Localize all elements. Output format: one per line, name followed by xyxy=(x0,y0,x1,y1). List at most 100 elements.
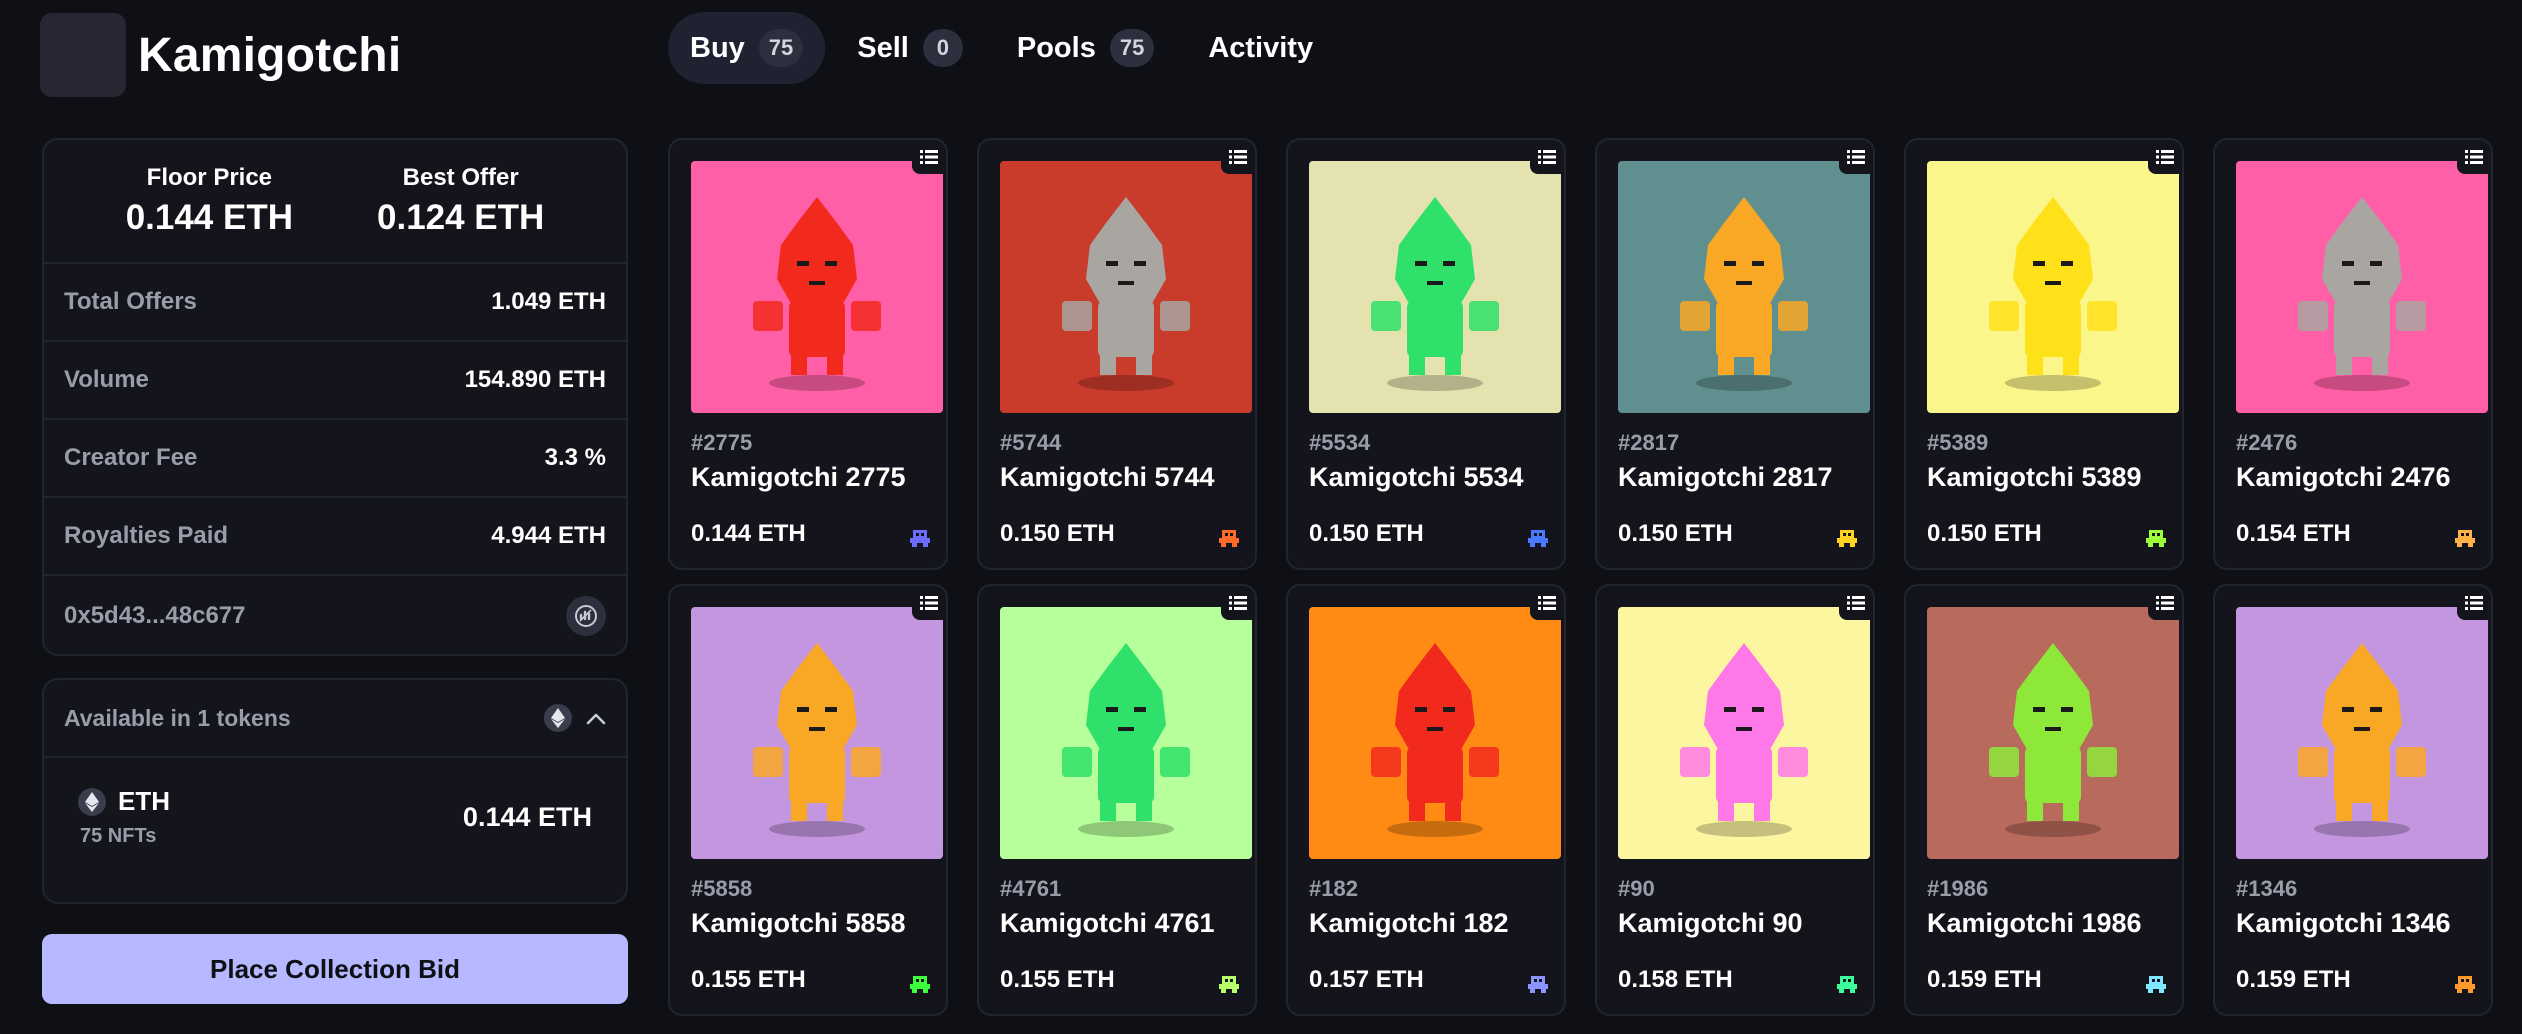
nft-image[interactable] xyxy=(1000,161,1252,413)
nft-token-id: #182 xyxy=(1309,876,1358,901)
nft-card[interactable]: #5389 Kamigotchi 5389 0.150 ETH xyxy=(1904,138,2184,570)
kami-1986-icon xyxy=(2144,972,2168,996)
stat-label: Royalties Paid xyxy=(64,522,229,549)
nft-card[interactable]: #5534 Kamigotchi 5534 0.150 ETH xyxy=(1286,138,1566,570)
nft-image[interactable] xyxy=(1000,607,1252,859)
nft-image[interactable] xyxy=(2236,607,2488,859)
nft-card[interactable]: #90 Kamigotchi 90 0.158 ETH xyxy=(1595,584,1875,1016)
stat-row-royalties-paid: Royalties Paid 4.944 ETH xyxy=(44,498,626,576)
tab-sell[interactable]: Sell 0 xyxy=(835,12,985,84)
list-icon[interactable] xyxy=(1221,140,1255,174)
nft-price: 0.154 ETH xyxy=(2236,520,2351,547)
list-icon[interactable] xyxy=(2457,586,2491,620)
stat-label: Volume xyxy=(64,366,149,393)
kami-5744-icon xyxy=(1217,526,1241,550)
nft-price: 0.144 ETH xyxy=(691,520,806,547)
nft-price: 0.155 ETH xyxy=(1000,966,1115,993)
stat-value: 3.3 % xyxy=(544,444,606,471)
nft-token-id: #1346 xyxy=(2236,876,2298,901)
tab-sell-label: Sell xyxy=(857,31,909,64)
nft-card[interactable]: #5744 Kamigotchi 5744 0.150 ETH xyxy=(977,138,1257,570)
ethereum-icon xyxy=(544,704,572,732)
nft-name: Kamigotchi 1986 xyxy=(1927,908,2142,938)
nft-card[interactable]: #1346 Kamigotchi 1346 0.159 ETH xyxy=(2213,584,2493,1016)
nft-token-id: #5744 xyxy=(1000,430,1062,455)
nft-token-id: #2817 xyxy=(1618,430,1680,455)
stat-label: Total Offers xyxy=(64,288,197,315)
nft-price: 0.157 ETH xyxy=(1309,966,1424,993)
nft-price: 0.150 ETH xyxy=(1000,520,1115,547)
nft-card[interactable]: #1986 Kamigotchi 1986 0.159 ETH xyxy=(1904,584,2184,1016)
nft-image[interactable] xyxy=(1927,161,2179,413)
nft-image[interactable] xyxy=(691,607,943,859)
nft-name: Kamigotchi 5534 xyxy=(1309,462,1524,492)
collection-title: Kamigotchi xyxy=(138,28,402,82)
list-icon[interactable] xyxy=(1839,140,1873,174)
explorer-icon[interactable] xyxy=(566,596,606,636)
list-icon[interactable] xyxy=(1839,586,1873,620)
kami-5534-icon xyxy=(1526,526,1550,550)
list-icon[interactable] xyxy=(2457,140,2491,174)
token-nft-count: 75 NFTs xyxy=(80,825,157,847)
nft-card[interactable]: #2476 Kamigotchi 2476 0.154 ETH xyxy=(2213,138,2493,570)
nft-name: Kamigotchi 1346 xyxy=(2236,908,2451,938)
nft-name: Kamigotchi 4761 xyxy=(1000,908,1215,938)
nft-price: 0.159 ETH xyxy=(2236,966,2351,993)
stat-label: Creator Fee xyxy=(64,444,198,471)
stat-value: 4.944 ETH xyxy=(491,522,606,549)
nft-name: Kamigotchi 2775 xyxy=(691,462,906,492)
tab-buy[interactable]: Buy 75 xyxy=(668,12,826,84)
kami-5389-icon xyxy=(2144,526,2168,550)
list-icon[interactable] xyxy=(1221,586,1255,620)
token-row-eth[interactable]: ETH 75 NFTs 0.144 ETH xyxy=(44,758,626,848)
stat-value: 154.890 ETH xyxy=(464,366,606,393)
kami-90-icon xyxy=(1835,972,1859,996)
tab-bar: Buy 75 Sell 0 Pools 75 Activity xyxy=(668,12,1335,84)
nft-image[interactable] xyxy=(1309,607,1561,859)
nft-name: Kamigotchi 5858 xyxy=(691,908,906,938)
collection-logo xyxy=(40,13,126,97)
nft-image[interactable] xyxy=(691,161,943,413)
chevron-up-icon[interactable] xyxy=(586,705,606,732)
available-tokens-header[interactable]: Available in 1 tokens xyxy=(44,680,626,758)
nft-token-id: #5534 xyxy=(1309,430,1371,455)
contract-address[interactable]: 0x5d43...48c677 xyxy=(64,602,246,630)
nft-card[interactable]: #2817 Kamigotchi 2817 0.150 ETH xyxy=(1595,138,1875,570)
nft-price: 0.155 ETH xyxy=(691,966,806,993)
nft-image[interactable] xyxy=(1927,607,2179,859)
kami-5858-icon xyxy=(908,972,932,996)
place-collection-bid-button[interactable]: Place Collection Bid xyxy=(42,934,628,1004)
nft-name: Kamigotchi 90 xyxy=(1618,908,1803,938)
list-icon[interactable] xyxy=(912,140,946,174)
kami-182-icon xyxy=(1526,972,1550,996)
stat-value: 1.049 ETH xyxy=(491,288,606,315)
nft-token-id: #2476 xyxy=(2236,430,2298,455)
nft-name: Kamigotchi 2476 xyxy=(2236,462,2451,492)
kami-2476-icon xyxy=(2453,526,2477,550)
tab-activity[interactable]: Activity xyxy=(1186,12,1335,84)
list-icon[interactable] xyxy=(2148,140,2182,174)
nft-image[interactable] xyxy=(2236,161,2488,413)
nft-image[interactable] xyxy=(1618,161,1870,413)
tab-sell-count: 0 xyxy=(922,29,963,67)
nft-card[interactable]: #5858 Kamigotchi 5858 0.155 ETH xyxy=(668,584,948,1016)
nft-token-id: #2775 xyxy=(691,430,753,455)
kami-1346-icon xyxy=(2453,972,2477,996)
ethereum-icon xyxy=(78,787,106,816)
list-icon[interactable] xyxy=(1530,586,1564,620)
nft-image[interactable] xyxy=(1309,161,1561,413)
list-icon[interactable] xyxy=(2148,586,2182,620)
nft-token-id: #5389 xyxy=(1927,430,1989,455)
nft-token-id: #90 xyxy=(1618,876,1655,901)
list-icon[interactable] xyxy=(1530,140,1564,174)
nft-image[interactable] xyxy=(1618,607,1870,859)
tab-pools[interactable]: Pools 75 xyxy=(995,12,1176,84)
list-icon[interactable] xyxy=(912,586,946,620)
nft-card[interactable]: #182 Kamigotchi 182 0.157 ETH xyxy=(1286,584,1566,1016)
nft-card[interactable]: #4761 Kamigotchi 4761 0.155 ETH xyxy=(977,584,1257,1016)
nft-name: Kamigotchi 5389 xyxy=(1927,462,2142,492)
nft-card[interactable]: #2775 Kamigotchi 2775 0.144 ETH xyxy=(668,138,948,570)
available-tokens-label: Available in 1 tokens xyxy=(64,704,291,731)
tab-buy-label: Buy xyxy=(690,31,745,64)
stat-row-volume: Volume 154.890 ETH xyxy=(44,342,626,420)
